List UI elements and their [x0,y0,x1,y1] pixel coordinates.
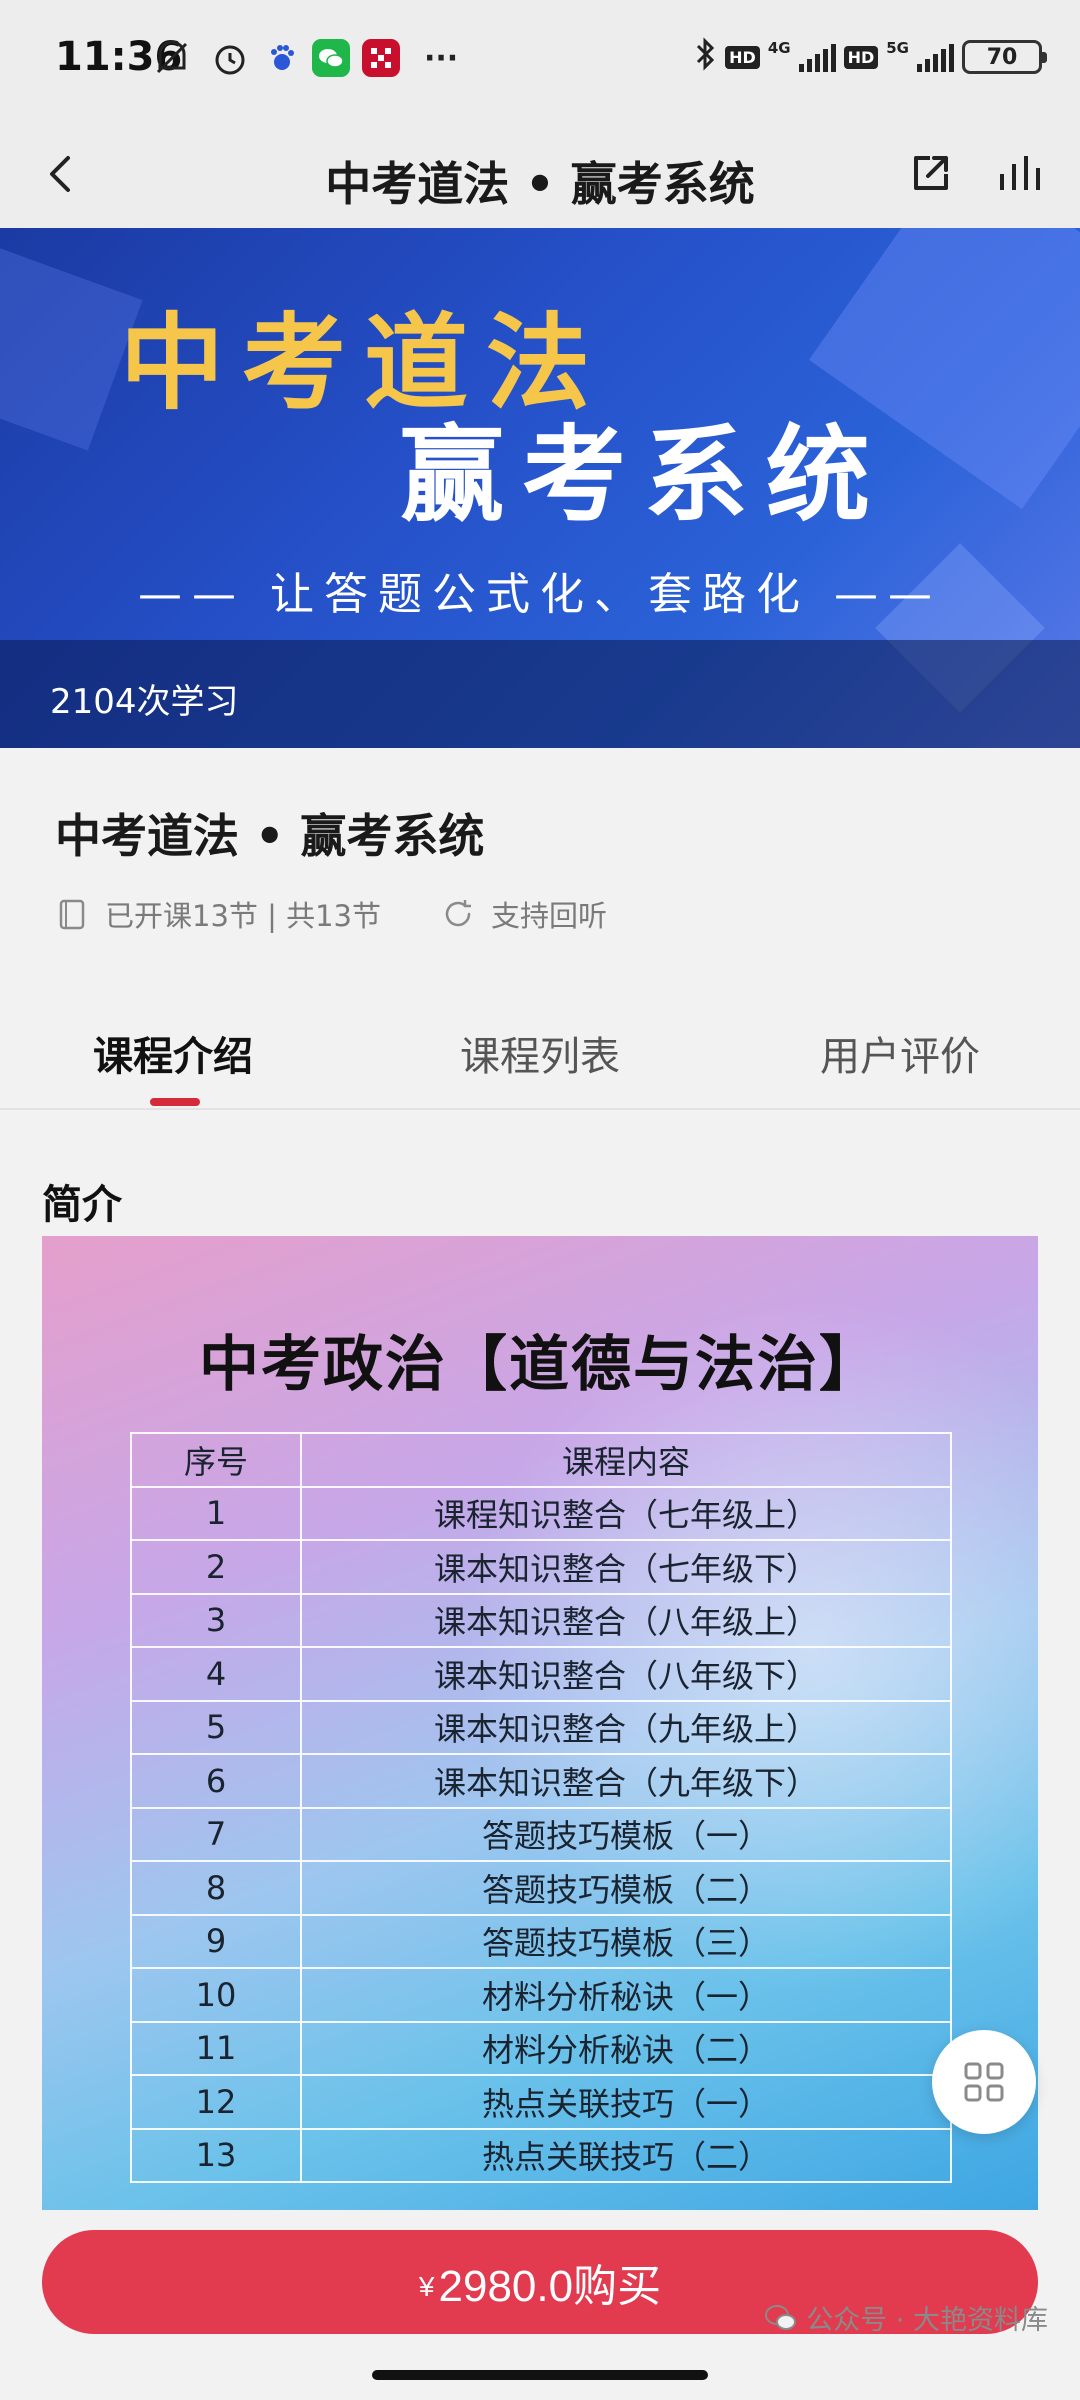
grid-icon [964,2062,1004,2102]
battery-icon: 70 [962,40,1047,74]
wechat-icon [312,38,350,78]
course-content-table: 序号 课程内容 1 课程知识整合（七年级上） 2 课本知识整合（七年级下） 3 课本知识整… [130,1432,952,2183]
row-number: 1 [130,1485,302,1541]
table-header-row: 序号 课程内容 [130,1432,952,1488]
table-row: 3 课本知识整合（八年级上） [130,1592,952,1648]
status-bar: 11:36 ··· HD 4G HD 5G 70 [0,0,1080,120]
tab-active-indicator [150,1098,200,1106]
nav-bar: 中考道法 • 赢考系统 [0,120,1080,228]
more-notifications-icon: ··· [424,40,459,76]
row-content: 课本知识整合（八年级上） [300,1592,952,1648]
network-label-1: 4G [767,39,791,57]
table-row: 8 答题技巧模板（二） [130,1860,952,1916]
banner-footer: 2104次学习 [0,640,1080,748]
replay-icon [445,900,472,927]
table-row: 11 材料分析秘诀（二） [130,2020,952,2076]
home-indicator[interactable] [372,2370,708,2380]
table-body: 1 课程知识整合（七年级上） 2 课本知识整合（七年级下） 3 课本知识整合（八年级上） 4… [130,1485,952,2183]
battery-level: 70 [986,44,1018,70]
signal-icon-2 [917,42,954,72]
signal-icon-1 [798,42,836,72]
row-number: 10 [130,1967,302,2023]
mute-vibrate-icon [152,38,192,78]
row-number: 4 [130,1646,302,1702]
tab-course-list[interactable]: 课程列表 [460,1024,620,1082]
stats-icon [1000,156,1040,190]
row-content: 热点关联技巧（一） [300,2074,952,2130]
row-content: 材料分析秘诀（二） [300,2020,952,2076]
row-number: 13 [130,2127,302,2183]
row-number: 9 [130,1913,302,1969]
table-row: 1 课程知识整合（七年级上） [130,1485,952,1541]
app-icon [362,38,400,78]
share-icon [914,156,948,190]
course-info: 中考道法 • 赢考系统 已开课13节 | 共13节 支持回听 [0,748,1080,980]
table-row: 9 答题技巧模板（三） [130,1913,952,1969]
row-number: 12 [130,2074,302,2130]
banner-title-line2-text: 赢考系统 [400,414,889,536]
alarm-icon [210,38,250,78]
row-content: 答题技巧模板（三） [300,1913,952,1969]
watermark-text: 公众号 · 大艳资料库 [806,2305,1048,2336]
bluetooth-icon [693,36,717,78]
course-meta: 已开课13节 | 共13节 支持回听 [55,893,607,935]
row-number: 3 [130,1592,302,1648]
table-row: 6 课本知识整合（九年级下） [130,1753,952,1809]
grid-menu-button[interactable] [932,2030,1036,2134]
row-content: 热点关联技巧（二） [300,2127,952,2183]
row-content: 答题技巧模板（一） [300,1806,952,1862]
baidu-icon [266,38,298,78]
watermark: 公众号 · 大艳资料库 [764,2298,1048,2337]
hd-badge-2: HD [843,45,879,69]
row-number: 6 [130,1753,302,1809]
hd-badge-1: HD [725,45,760,69]
tab-bar: 课程介绍 课程列表 用户评价 [0,980,1080,1110]
intro-heading: 简介 [42,1182,122,1228]
table-header-no: 序号 [130,1432,302,1488]
row-number: 5 [130,1699,302,1755]
stats-button[interactable] [988,144,1048,204]
course-title: 中考道法 • 赢考系统 [55,809,485,863]
row-content: 课本知识整合（七年级下） [300,1539,952,1595]
replay-support: 支持回听 [491,899,608,933]
status-right: HD 4G HD 5G 70 [693,36,1047,78]
banner-title-line2: 赢考系统 [400,390,888,541]
tab-user-reviews[interactable]: 用户评价 [820,1024,980,1082]
intro-image-title: 中考政治【道德与法治】 [199,1330,881,1400]
row-number: 7 [130,1806,302,1862]
table-row: 10 材料分析秘诀（一） [130,1967,952,2023]
table-row: 4 课本知识整合（八年级下） [130,1646,952,1702]
row-content: 课本知识整合（九年级下） [300,1753,952,1809]
network-label-2: 5G [886,39,909,57]
row-content: 课程知识整合（七年级上） [300,1485,952,1541]
row-number: 11 [130,2020,302,2076]
course-banner: 中考道法 赢考系统 —— 让答题公式化、套路化 —— 2104次学习 [0,228,1080,748]
row-content: 课本知识整合（八年级下） [300,1646,952,1702]
intro-image: 中考政治【道德与法治】 序号 课程内容 1 课程知识整合（七年级上） 2 课本知识整合… [42,1236,1038,2210]
document-icon [59,899,85,930]
row-content: 材料分析秘诀（一） [300,1967,952,2023]
row-number: 2 [130,1539,302,1595]
table-row: 7 答题技巧模板（一） [130,1806,952,1862]
table-header-content: 课程内容 [300,1432,952,1488]
row-content: 答题技巧模板（二） [300,1860,952,1916]
table-row: 2 课本知识整合（七年级下） [130,1539,952,1595]
share-button[interactable] [900,144,960,204]
table-row: 13 热点关联技巧（二） [130,2127,952,2183]
row-number: 8 [130,1860,302,1916]
lesson-count: 已开课13节 | 共13节 [105,899,382,933]
study-count: 2104次学习 [50,682,239,722]
buy-currency: ¥ [418,2271,435,2302]
row-content: 课本知识整合（九年级上） [300,1699,952,1755]
wechat-icon [765,2304,797,2330]
tab-course-intro[interactable]: 课程介绍 [93,1024,253,1082]
table-row: 5 课本知识整合（九年级上） [130,1699,952,1755]
banner-slogan: —— 让答题公式化、套路化 —— [138,569,942,620]
table-row: 12 热点关联技巧（一） [130,2074,952,2130]
buy-label: 2980.0购买 [438,2262,662,2311]
